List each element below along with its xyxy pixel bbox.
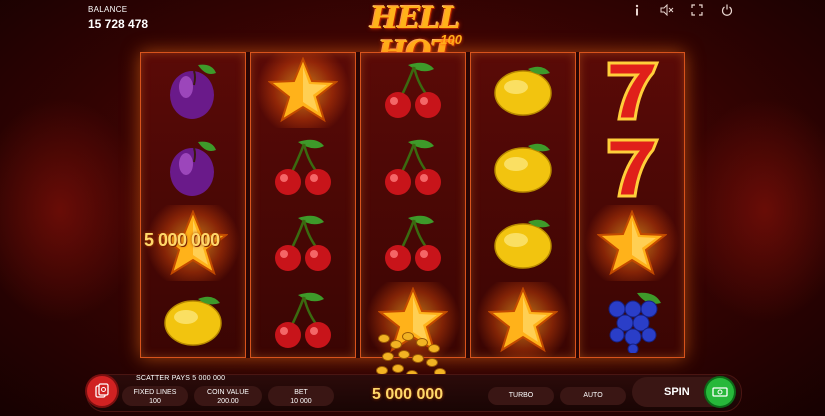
fixed-lines-label: FIXED LINES (133, 389, 177, 396)
lemon-symbol (470, 205, 576, 281)
coin-icon (398, 350, 410, 359)
star-symbol (250, 52, 356, 128)
payout-amount: 5 000 000 (144, 230, 220, 250)
fixed-lines-box: FIXED LINES 100 (122, 386, 188, 406)
game-logo: HELL HOT 100 (330, 2, 500, 70)
reel-3 (360, 52, 466, 358)
cherry-symbol (360, 205, 466, 281)
reel-4 (470, 52, 576, 358)
coin-icon (390, 340, 402, 349)
cherry-symbol (250, 282, 356, 358)
win-amount: 5 000 000 (372, 386, 444, 403)
coin-icon (382, 352, 394, 361)
scatter-pays-text: SCATTER PAYS 5 000 000 (136, 375, 226, 382)
cash-icon (712, 387, 728, 397)
reel-5 (579, 52, 685, 358)
coin-icon (412, 354, 424, 363)
fullscreen-icon[interactable] (689, 4, 705, 19)
coin-icon (378, 334, 390, 343)
star-symbol (579, 205, 685, 281)
info-icon[interactable] (629, 4, 645, 19)
chips-icon (95, 383, 109, 398)
logo-number: 100 (440, 32, 462, 47)
cherry-symbol (250, 205, 356, 281)
bet-value: 10 000 (290, 398, 312, 405)
seven-symbol (579, 52, 685, 128)
balance-label: BALANCE (88, 5, 128, 14)
reel-1 (140, 52, 246, 358)
lemon-symbol (470, 52, 576, 128)
lemon-symbol (140, 282, 246, 358)
balance-display: BALANCE 15 728 478 (88, 5, 148, 31)
coin-value-label: COIN VALUE (207, 389, 249, 396)
grapes-symbol (579, 282, 685, 358)
coin-icon (402, 332, 414, 341)
bet-label: BET (294, 389, 308, 396)
coin-icon (416, 338, 428, 347)
coin-icon (428, 344, 440, 353)
top-controls (629, 3, 735, 19)
reel-2 (250, 52, 356, 358)
cherry-symbol (360, 129, 466, 205)
fixed-lines-value: 100 (149, 398, 161, 405)
bet-box[interactable]: BET 10 000 (268, 386, 334, 406)
coin-icon (426, 358, 438, 367)
spin-icon-button[interactable] (706, 378, 734, 406)
plum-symbol (140, 52, 246, 128)
plum-symbol (140, 129, 246, 205)
lemon-symbol (470, 129, 576, 205)
reels-board (140, 52, 685, 358)
coin-icon (392, 364, 404, 373)
power-icon[interactable] (719, 4, 735, 19)
coin-value-box[interactable]: COIN VALUE 200.00 (194, 386, 262, 406)
cherry-symbol (360, 52, 466, 128)
seven-symbol (579, 129, 685, 205)
turbo-button[interactable]: TURBO (488, 387, 554, 405)
coin-value-value: 200.00 (217, 398, 239, 405)
sound-muted-icon[interactable] (659, 3, 675, 19)
bet-settings-button[interactable] (87, 376, 117, 406)
auto-button[interactable]: AUTO (560, 387, 626, 405)
star-symbol (470, 281, 576, 358)
slot-game-screen: BALANCE 15 728 478 HELL HOT 100 5 000 00… (0, 0, 825, 416)
balance-value: 15 728 478 (88, 17, 149, 31)
cherry-symbol (250, 129, 356, 205)
